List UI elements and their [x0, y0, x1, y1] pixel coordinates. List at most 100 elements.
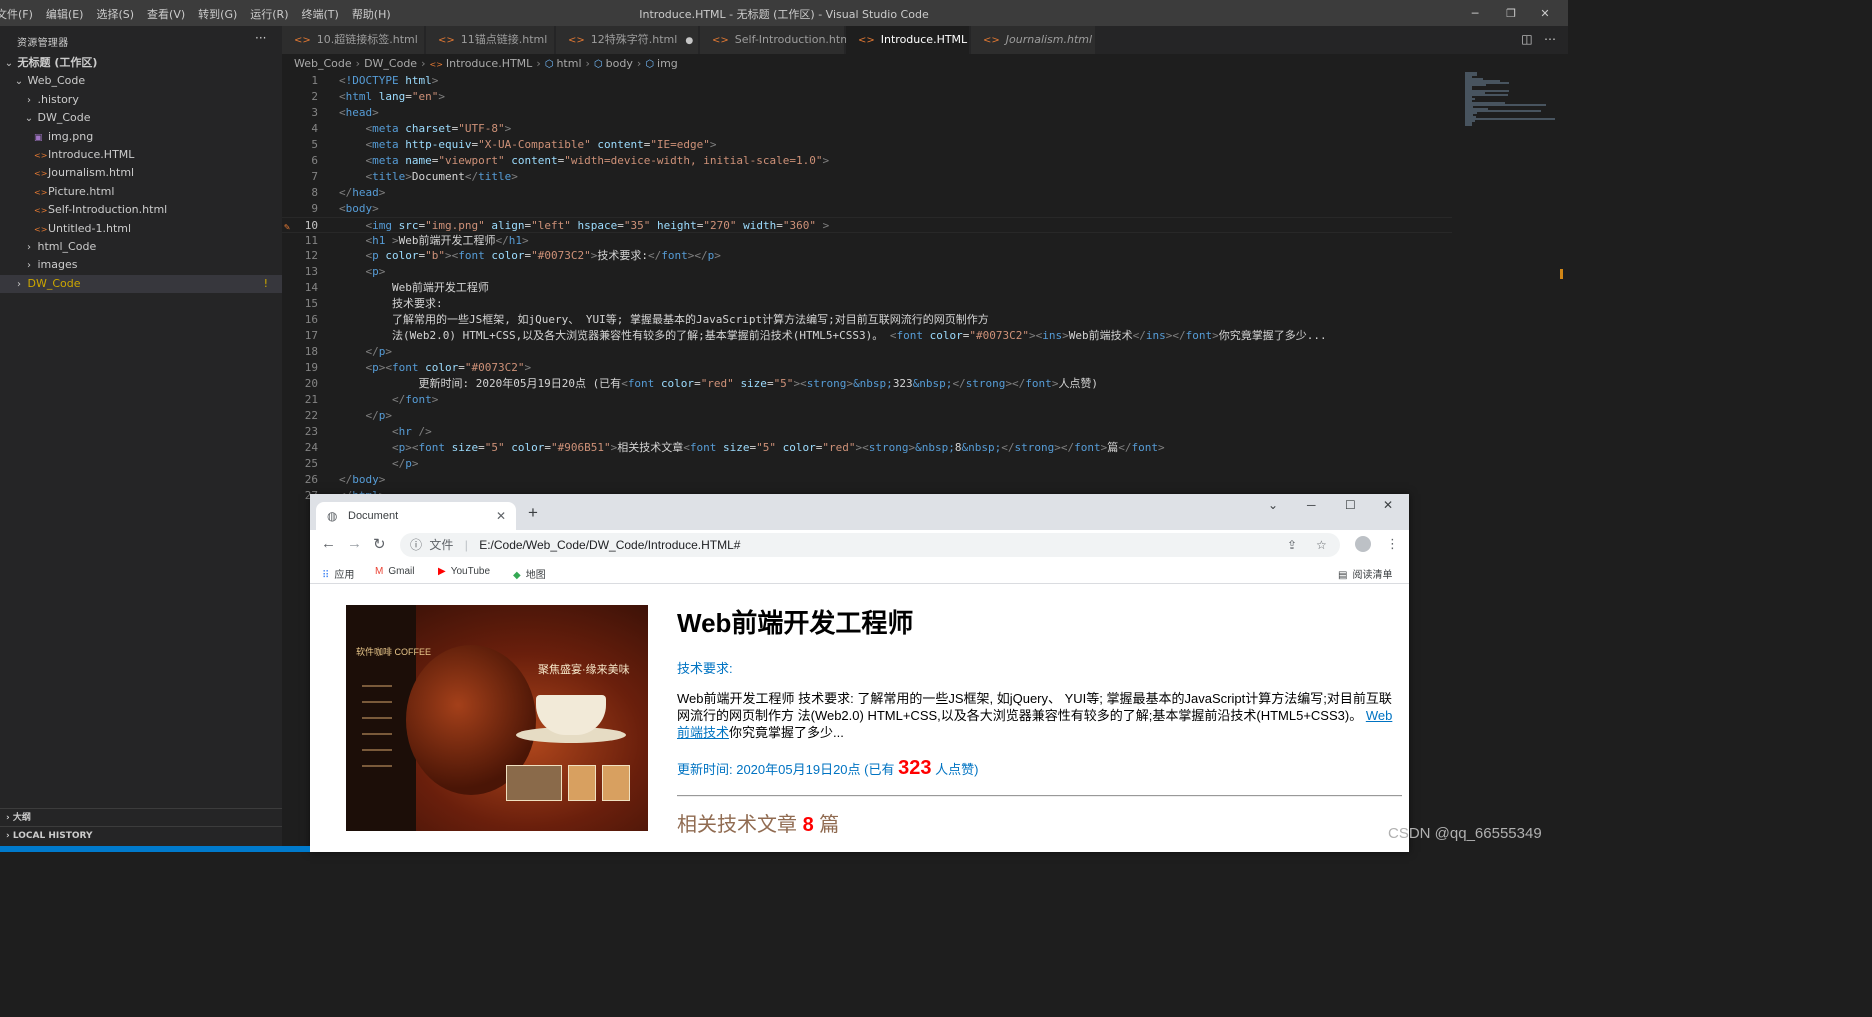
menu-item[interactable]: 文件(F)	[0, 6, 33, 22]
code-line[interactable]: 1 <!DOCTYPE html>	[282, 73, 1452, 89]
close-window-button[interactable]: ✕	[1522, 0, 1568, 26]
code-line[interactable]: 14 Web前端开发工程师	[282, 280, 1452, 296]
browser-menu-icon[interactable]: ⋮	[1386, 536, 1399, 552]
url-text[interactable]: E:/Code/Web_Code/DW_Code/Introduce.HTML#	[479, 538, 740, 552]
menu-item[interactable]: 选择(S)	[96, 6, 134, 22]
line-number: 11	[304, 233, 318, 247]
bookmark-item[interactable]: ⠿ 应用	[322, 566, 354, 581]
editor-tab[interactable]: <> 12特殊字符.html ●	[556, 26, 699, 54]
menu-item[interactable]: 编辑(E)	[46, 6, 84, 22]
more-actions-icon[interactable]: ···	[255, 31, 266, 45]
tree-item[interactable]: ⌄ DW_Code	[0, 109, 282, 127]
breadcrumb-item[interactable]: <> Introduce.HTML	[429, 57, 532, 70]
breadcrumb-item[interactable]: ⬡ img	[645, 57, 678, 70]
code-line[interactable]: 8 </head>	[282, 185, 1452, 201]
code-text: </p>	[365, 345, 393, 359]
browser-maximize-button[interactable]: ☐	[1345, 498, 1356, 512]
code-line[interactable]: 6 <meta name="viewport" content="width=d…	[282, 153, 1452, 169]
menu-item[interactable]: 终端(T)	[302, 6, 339, 22]
close-tab-icon[interactable]: ✕	[496, 502, 506, 530]
bookmark-star-icon[interactable]: ☆	[1316, 533, 1327, 557]
code-line[interactable]: ✎ 10 <img src="img.png" align="left" hspa…	[282, 216, 1452, 233]
unsaved-dot-icon[interactable]: ●	[685, 36, 693, 46]
code-line[interactable]: 15 技术要求:	[282, 296, 1452, 312]
code-line[interactable]: 25 </p>	[282, 456, 1452, 472]
new-tab-button[interactable]: +	[528, 503, 538, 523]
local-history-section[interactable]: › LOCAL HISTORY	[0, 826, 282, 844]
breadcrumb-item[interactable]: ⬡ body	[594, 57, 633, 70]
code-line[interactable]: 20 更新时间: 2020年05月19日20点 (已有<font color="…	[282, 376, 1452, 392]
code-text: <p color="b"><font color="#0073C2">技术要求:…	[365, 249, 721, 263]
minimap[interactable]	[1462, 72, 1557, 132]
code-line[interactable]: 2 <html lang="en">	[282, 89, 1452, 105]
editor-tab[interactable]: <>Introduce.HTML✕	[846, 26, 984, 54]
breadcrumb-item[interactable]: DW_Code	[364, 57, 417, 70]
tree-item[interactable]: › images	[0, 256, 282, 274]
code-line[interactable]: 4 <meta charset="UTF-8">	[282, 121, 1452, 137]
menu-item[interactable]: 查看(V)	[147, 6, 185, 22]
code-line[interactable]: 21 </font>	[282, 392, 1452, 408]
breadcrumb-item[interactable]: Web_Code	[294, 57, 352, 70]
editor-tab[interactable]: <> Self-Introduction.html	[700, 26, 854, 54]
editor-tab-bar: <> 10.超链接标签.html <> 11锚点链接.html <> 12特殊字符.htm…	[282, 26, 1568, 54]
address-bar[interactable]: ⓘ 文件 | E:/Code/Web_Code/DW_Code/Introduc…	[400, 533, 1340, 557]
tree-item[interactable]: <>Untitled-1.html	[0, 220, 282, 238]
tree-item[interactable]: <>Journalism.html	[0, 164, 282, 182]
tree-item[interactable]: <>Introduce.HTML	[0, 146, 282, 164]
code-text: <html lang="en">	[339, 89, 445, 103]
code-line[interactable]: 23 <hr />	[282, 424, 1452, 440]
forward-icon[interactable]: →	[347, 535, 362, 552]
tree-item[interactable]: › html_Code	[0, 238, 282, 256]
scheme-label: 文件	[429, 538, 454, 552]
editor-tab-label: Self-Introduction.html	[734, 33, 854, 46]
code-line[interactable]: 9 <body>	[282, 201, 1452, 217]
back-icon[interactable]: ←	[321, 535, 336, 552]
code-line[interactable]: 16 了解常用的一些JS框架, 如jQuery、 YUI等; 掌握最基本的Jav…	[282, 312, 1452, 328]
code-line[interactable]: 26 </body>	[282, 472, 1452, 488]
tree-item[interactable]: <>Self-Introduction.html	[0, 201, 282, 219]
browser-tab[interactable]: ◍ Document ✕	[316, 502, 516, 530]
profile-avatar[interactable]	[1355, 536, 1371, 552]
code-line[interactable]: 22 </p>	[282, 408, 1452, 424]
outline-section[interactable]: › 大纲	[0, 808, 282, 826]
breadcrumb-item[interactable]: ⬡ html	[545, 57, 582, 70]
tree-item[interactable]: › DW_Code!	[0, 274, 282, 293]
menu-item[interactable]: 帮助(H)	[352, 6, 391, 22]
reading-list-button[interactable]: ▤ 阅读清单	[1338, 566, 1392, 581]
browser-minimize-button[interactable]: ─	[1307, 498, 1316, 512]
info-icon[interactable]: ⓘ	[410, 538, 422, 552]
bookmark-item[interactable]: ▶ YouTube	[438, 566, 490, 577]
reload-icon[interactable]: ↻	[373, 535, 386, 553]
chevron-right-icon: ›	[27, 260, 31, 272]
code-line[interactable]: 3 <head>	[282, 105, 1452, 121]
code-line[interactable]: 13 <p>	[282, 264, 1452, 280]
bookmark-item[interactable]: M Gmail	[375, 566, 414, 577]
tree-item[interactable]: ⌄ Web_Code	[0, 72, 282, 90]
menu-item[interactable]: 转到(G)	[198, 6, 237, 22]
editor-tab-label: 11锚点链接.html	[460, 33, 548, 46]
code-line[interactable]: 5 <meta http-equiv="X-UA-Compatible" con…	[282, 137, 1452, 153]
code-line[interactable]: 18 </p>	[282, 344, 1452, 360]
tree-item[interactable]: <>Picture.html	[0, 183, 282, 201]
bookmark-item[interactable]: ◆ 地图	[513, 566, 546, 581]
tree-item[interactable]: ⌄ 无标题 (工作区)	[0, 54, 282, 72]
tree-item[interactable]: › .history	[0, 91, 282, 109]
editor-tab[interactable]: <> Journalism.html	[971, 26, 1096, 54]
code-line[interactable]: 11 <h1 >Web前端开发工程师</h1>	[282, 233, 1452, 249]
line-number: 24	[304, 440, 318, 454]
code-line[interactable]: 17 法(Web2.0) HTML+CSS,以及各大浏览器兼容性有较多的了解;基…	[282, 328, 1452, 344]
code-line[interactable]: 7 <title>Document</title>	[282, 169, 1452, 185]
split-editor-icon[interactable]: ◫	[1521, 32, 1532, 46]
tab-search-icon[interactable]: ⌄	[1268, 498, 1278, 512]
code-line[interactable]: 19 <p><font color="#0073C2">	[282, 360, 1452, 376]
browser-close-button[interactable]: ✕	[1383, 498, 1393, 512]
share-icon[interactable]: ⇪	[1287, 533, 1297, 557]
editor-tab[interactable]: <> 11锚点链接.html	[426, 26, 555, 54]
menu-item[interactable]: 运行(R)	[250, 6, 288, 22]
code-line[interactable]: 24 <p><font size="5" color="#906B51">相关技…	[282, 440, 1452, 456]
tree-item[interactable]: ▣ img.png	[0, 128, 282, 146]
code-line[interactable]: 12 <p color="b"><font color="#0073C2">技术…	[282, 248, 1452, 264]
code-text: </head>	[339, 185, 386, 199]
more-actions-icon[interactable]: ⋯	[1544, 32, 1556, 46]
editor-tab[interactable]: <> 10.超链接标签.html	[282, 26, 425, 54]
